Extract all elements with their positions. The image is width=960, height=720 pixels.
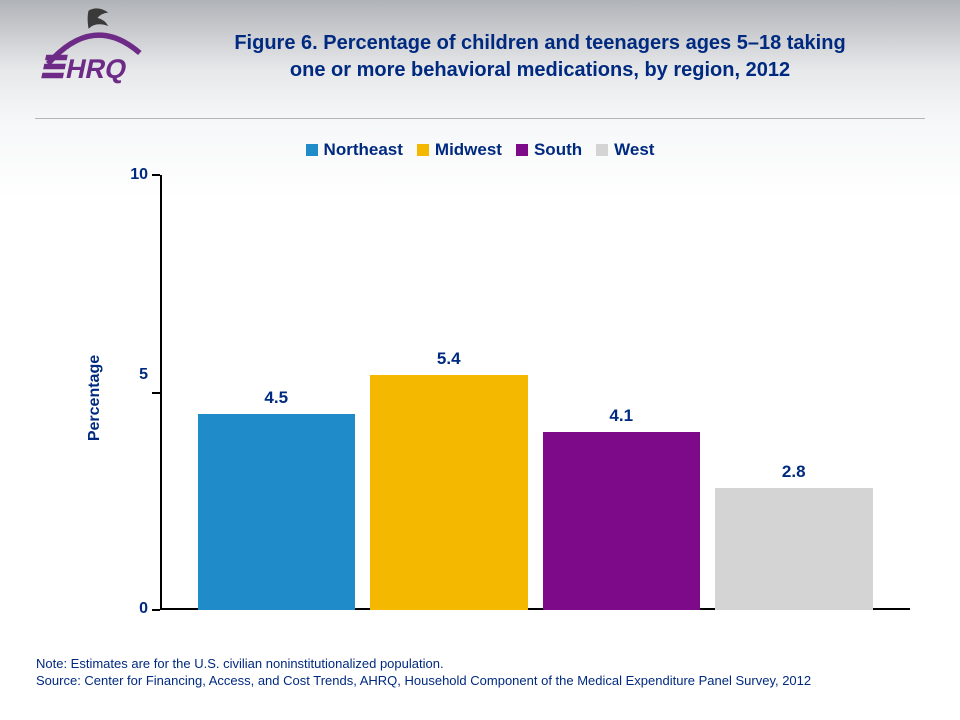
bar-value-label: 5.4 (370, 349, 528, 369)
y-axis-label: Percentage (86, 354, 104, 440)
y-tick-label: 10 (114, 166, 148, 184)
legend-label: Midwest (435, 140, 502, 160)
bar-northeast: 4.5 (198, 414, 356, 610)
y-tick (152, 609, 160, 611)
chart-footnote: Note: Estimates are for the U.S. civilia… (36, 655, 924, 690)
figure-container: HRQ Figure 6. Percentage of children and… (0, 0, 960, 720)
legend-label: South (534, 140, 582, 160)
plot-region: 0 5 10 4.5 5.4 4.1 2.8 (120, 175, 910, 610)
legend-label: West (614, 140, 654, 160)
y-tick (152, 392, 160, 394)
y-tick-label: 5 (114, 366, 148, 384)
swatch-northeast (306, 144, 318, 156)
y-tick (152, 174, 160, 176)
y-tick-label: 0 (114, 600, 148, 618)
bar-value-label: 2.8 (715, 462, 873, 482)
swatch-west (596, 144, 608, 156)
chart-title: Figure 6. Percentage of children and tee… (180, 30, 900, 84)
title-line-2: one or more behavioral medications, by r… (290, 59, 790, 81)
legend-item-midwest: Midwest (417, 140, 502, 160)
chart-legend: Northeast Midwest South West (0, 140, 960, 160)
legend-item-south: South (516, 140, 582, 160)
legend-label: Northeast (324, 140, 403, 160)
swatch-south (516, 144, 528, 156)
bar-value-label: 4.1 (543, 406, 701, 426)
swatch-midwest (417, 144, 429, 156)
bar-value-label: 4.5 (198, 388, 356, 408)
footnote-note: Note: Estimates are for the U.S. civilia… (36, 655, 924, 673)
bar-midwest: 5.4 (370, 375, 528, 610)
legend-item-northeast: Northeast (306, 140, 403, 160)
bar-south: 4.1 (543, 432, 701, 610)
ahrq-logo: HRQ (38, 8, 148, 98)
bar-west: 2.8 (715, 488, 873, 610)
bars-group: 4.5 5.4 4.1 2.8 (160, 175, 910, 610)
legend-item-west: West (596, 140, 654, 160)
title-line-1: Figure 6. Percentage of children and tee… (234, 32, 845, 54)
chart-area: Percentage 0 5 10 4.5 5.4 4.1 (40, 165, 920, 630)
header-divider (35, 118, 925, 119)
footnote-source: Source: Center for Financing, Access, an… (36, 672, 924, 690)
svg-text:HRQ: HRQ (63, 53, 130, 84)
